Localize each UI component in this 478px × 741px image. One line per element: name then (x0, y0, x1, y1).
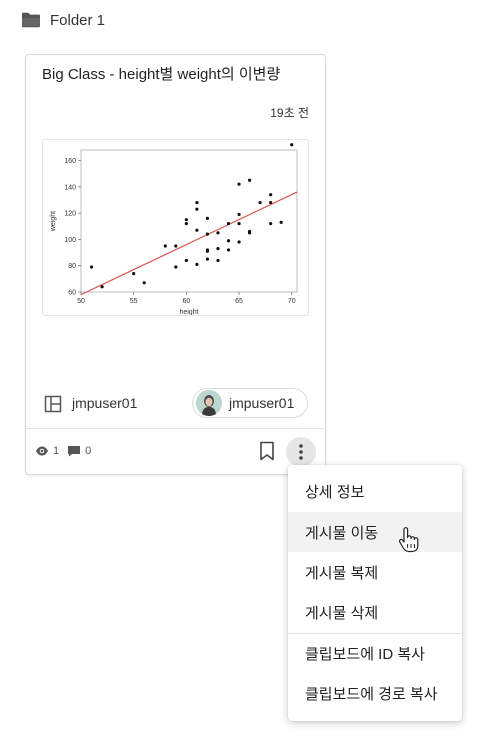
data-point (226, 239, 231, 243)
data-point (163, 244, 167, 248)
x-tick-label: 50 (77, 298, 85, 305)
data-point (174, 244, 178, 248)
x-axis-label: height (179, 309, 198, 315)
data-point (258, 200, 262, 205)
data-point (237, 240, 241, 244)
data-point (132, 271, 136, 276)
data-point (205, 232, 210, 236)
y-tick-label: 80 (68, 263, 76, 270)
data-point (184, 258, 188, 263)
data-point (174, 265, 178, 269)
y-tick-label: 160 (64, 158, 76, 165)
data-point (226, 222, 231, 226)
menu-item-details[interactable]: 상세 정보 (288, 471, 462, 511)
data-point (237, 212, 241, 217)
user-chip-label: jmpuser01 (229, 395, 295, 411)
scatter-chart: 50 55 60 65 70 60 80 100 120 140 160 weight height (50, 143, 298, 315)
user-chip[interactable]: jmpuser01 (192, 388, 308, 418)
data-point (226, 248, 231, 252)
data-point (195, 262, 199, 266)
x-tick-label: 60 (182, 298, 190, 305)
data-point (205, 257, 210, 261)
x-tick-label: 70 (288, 298, 296, 305)
data-point (269, 193, 273, 197)
x-tick-label: 55 (130, 298, 138, 305)
data-point (237, 222, 241, 226)
view-count: 1 (53, 445, 60, 457)
data-point (195, 228, 199, 232)
data-point (279, 220, 283, 224)
bookmark-icon[interactable] (259, 441, 275, 461)
data-point (216, 231, 220, 235)
data-point (269, 200, 273, 205)
post-timestamp: 19초 전 (270, 106, 309, 120)
y-tick-label: 60 (68, 290, 76, 297)
more-options-button[interactable] (286, 437, 316, 467)
x-tick-label: 65 (235, 298, 243, 305)
y-axis-label: weight (50, 211, 57, 232)
card-divider (26, 428, 325, 429)
folder-title: Folder 1 (50, 11, 106, 29)
y-tick-label: 100 (64, 237, 76, 244)
chart-thumbnail[interactable]: 50 55 60 65 70 60 80 100 120 140 160 weight height (42, 139, 309, 316)
data-point (205, 216, 210, 220)
data-point (142, 281, 146, 285)
meta-row: jmpuser01 jmpuser01 (42, 388, 308, 420)
data-point (205, 248, 210, 252)
folder-icon (22, 12, 40, 28)
hand-cursor-icon (399, 527, 419, 553)
layout-icon (44, 395, 62, 413)
data-point (216, 247, 220, 251)
fit-line (80, 191, 298, 296)
data-point (247, 178, 252, 182)
card-stats: 1 0 (35, 444, 99, 458)
comment-count: 0 (85, 445, 92, 457)
data-point (290, 143, 294, 147)
menu-item-copy-path[interactable]: 클립보드에 경로 복사 (288, 673, 462, 713)
eye-icon (36, 446, 48, 456)
data-point (184, 222, 188, 226)
post-card[interactable]: Big Class - height별 weight의 이변량 19초 전 50… (25, 54, 326, 475)
avatar (196, 390, 222, 416)
post-title[interactable]: Big Class - height별 weight의 이변량 (42, 66, 304, 83)
menu-item-duplicate[interactable]: 게시물 복제 (288, 552, 462, 592)
data-point (195, 207, 199, 211)
plot-frame (80, 149, 298, 293)
context-menu: 상세 정보 게시물 이동 게시물 복제 게시물 삭제 클립보드에 ID 복사 클… (288, 465, 462, 721)
person-icon (196, 390, 222, 416)
menu-item-copy-id[interactable]: 클립보드에 ID 복사 (288, 633, 462, 673)
y-tick-label: 140 (64, 184, 76, 191)
data-point (195, 200, 199, 205)
data-point (89, 265, 94, 269)
data-point (216, 258, 220, 263)
data-point (269, 222, 273, 226)
menu-item-delete[interactable]: 게시물 삭제 (288, 592, 462, 632)
data-point (184, 218, 188, 222)
data-point (100, 285, 104, 289)
folder-header[interactable]: Folder 1 (20, 8, 105, 32)
more-vertical-icon (299, 444, 303, 460)
menu-item-move[interactable]: 게시물 이동 (288, 512, 462, 552)
comment-icon (68, 446, 81, 457)
data-point (247, 229, 252, 234)
data-point (237, 182, 241, 186)
y-tick-label: 120 (64, 211, 76, 218)
owner-name: jmpuser01 (72, 395, 138, 411)
